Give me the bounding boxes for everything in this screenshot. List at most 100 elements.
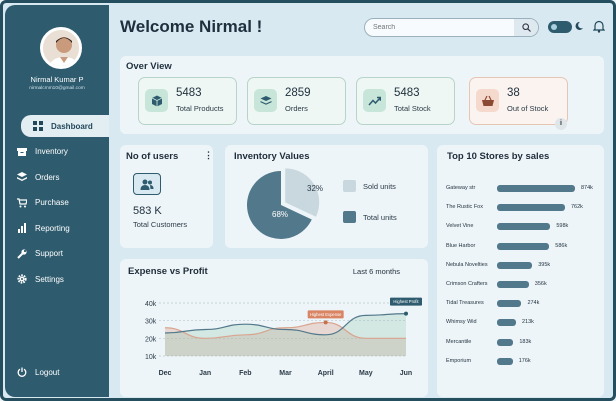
sidebar-item-dashboard[interactable]: Dashboard — [21, 115, 109, 137]
store-bar — [497, 261, 533, 269]
y-tick-label: 40k — [145, 301, 157, 308]
avatar[interactable] — [40, 27, 82, 69]
users-label: Total Customers — [133, 220, 188, 229]
store-name: Mercantile — [446, 338, 472, 345]
store-name: Emporium — [446, 357, 472, 364]
layers-icon — [254, 89, 277, 112]
store-value: 598k — [556, 223, 569, 230]
store-value: 586k — [555, 242, 568, 249]
info-icon[interactable]: i — [555, 118, 567, 130]
inventory-pie-chart: 32% 68% — [247, 168, 323, 239]
area-fill-profit — [165, 313, 406, 356]
store-name: Whimsy Wid — [446, 319, 477, 326]
user-name: Nirmal Kumar P — [30, 75, 84, 84]
expense-profit-chart: 40k 30k 20k 10k Dec Jan Feb Mar April May Jun Highe… — [145, 297, 422, 377]
store-value: 395k — [538, 261, 551, 268]
store-value: 176k — [518, 357, 531, 364]
legend-swatch-sold — [343, 180, 356, 192]
page-title: Welcome Nirmal ! — [120, 17, 263, 36]
orders-icon — [17, 172, 27, 181]
moon-icon — [575, 21, 583, 30]
reporting-icon — [18, 223, 26, 233]
store-value: 274k — [527, 300, 540, 307]
store-row: Emporium 176k — [446, 356, 601, 368]
stat-total-products[interactable]: 5483 Total Products — [138, 77, 237, 125]
legend-label: Sold units — [363, 181, 396, 191]
bell-icon[interactable] — [593, 20, 605, 33]
users-card: No of users ⋮ 583 K Total Customers — [120, 145, 213, 248]
y-tick-label: 30k — [145, 319, 157, 326]
trend-icon — [363, 89, 386, 112]
tag-highest-profit: Highest Profit — [393, 299, 419, 304]
sidebar-item-settings[interactable]: Settings — [5, 268, 109, 290]
pie-label-sold: 32% — [307, 184, 323, 193]
sidebar: Nirmal Kumar P nirmalcmm10@gmail.com Das… — [5, 5, 109, 397]
legend-swatch-total — [343, 211, 356, 223]
sidebar-item-label: Dashboard — [51, 121, 93, 131]
store-bar — [497, 338, 514, 346]
pie-label-total: 68% — [272, 210, 288, 219]
point-highest-profit — [404, 311, 408, 316]
logout-label: Logout — [35, 367, 60, 377]
stat-orders[interactable]: 2859 Orders — [247, 77, 346, 125]
toggle-knob — [551, 24, 557, 30]
overview-title: Over View — [126, 61, 172, 72]
gear-icon — [17, 274, 27, 284]
expense-profit-card: Expense vs Profit Last 6 months 40k 30k 20… — [120, 259, 428, 397]
search-button[interactable] — [514, 19, 538, 36]
sidebar-item-purchase[interactable]: Purchase — [5, 192, 109, 214]
x-tick-label: Mar — [279, 370, 292, 377]
inventory-values-card: Inventory Values 32% 68% Sold units Tota… — [225, 145, 428, 248]
sidebar-item-label: Settings — [35, 274, 64, 284]
theme-toggle[interactable] — [548, 21, 572, 33]
sidebar-item-label: Reporting — [35, 223, 70, 233]
store-name: Gateway str — [446, 185, 476, 191]
y-tick-label: 20k — [145, 336, 157, 343]
store-bar — [497, 185, 575, 192]
stat-label: Total Stock — [394, 104, 431, 113]
store-bar — [497, 281, 529, 288]
store-row: Gateway str 874k — [446, 183, 601, 195]
power-icon — [17, 367, 27, 377]
stat-label: Orders — [285, 104, 308, 113]
sidebar-item-label: Support — [35, 249, 64, 258]
store-bar — [497, 300, 522, 308]
store-bar — [497, 204, 565, 212]
store-row: Tidal Treasures 274k — [446, 298, 601, 310]
store-bar — [497, 242, 550, 250]
box-icon — [145, 89, 168, 112]
sidebar-item-label: Purchase — [35, 198, 69, 207]
cart-icon — [17, 197, 27, 207]
stat-out-of-stock[interactable]: 38 Out of Stock — [469, 77, 568, 125]
stat-total-stock[interactable]: 5483 Total Stock — [356, 77, 455, 125]
store-name: Crimson Crafters — [446, 281, 488, 287]
users-icon — [133, 173, 161, 195]
app-frame: Nirmal Kumar P nirmalcmm10@gmail.com Das… — [0, 0, 616, 401]
point-highest-expense — [323, 320, 328, 325]
dashboard-icon — [33, 121, 43, 131]
more-options-icon[interactable]: ⋮ — [204, 150, 213, 161]
x-tick-label: Jun — [400, 370, 412, 377]
users-value: 583 K — [133, 205, 162, 217]
store-value: 356k — [534, 281, 547, 287]
wrench-icon — [17, 248, 27, 259]
x-tick-label: April — [318, 370, 334, 377]
stat-value: 38 — [507, 87, 520, 99]
y-tick-label: 10k — [145, 354, 157, 361]
basket-icon — [476, 89, 499, 112]
search-icon — [521, 23, 531, 32]
sidebar-item-support[interactable]: Support — [5, 243, 109, 265]
stat-value: 2859 — [285, 87, 311, 99]
sidebar-item-orders[interactable]: Orders — [5, 166, 109, 188]
x-tick-label: May — [359, 370, 373, 377]
store-row: Crimson Crafters 356k — [446, 279, 601, 291]
sidebar-item-label: Orders — [35, 172, 60, 182]
search-input[interactable] — [365, 24, 510, 31]
stat-value: 5483 — [176, 87, 202, 99]
inventory-icon — [17, 147, 27, 156]
stat-value: 5483 — [394, 87, 420, 99]
logout-button[interactable]: Logout — [17, 367, 59, 377]
sidebar-item-inventory[interactable]: Inventory — [5, 141, 109, 163]
store-row: Nebula Novelties 395k — [446, 260, 601, 272]
sidebar-item-reporting[interactable]: Reporting — [5, 217, 109, 239]
